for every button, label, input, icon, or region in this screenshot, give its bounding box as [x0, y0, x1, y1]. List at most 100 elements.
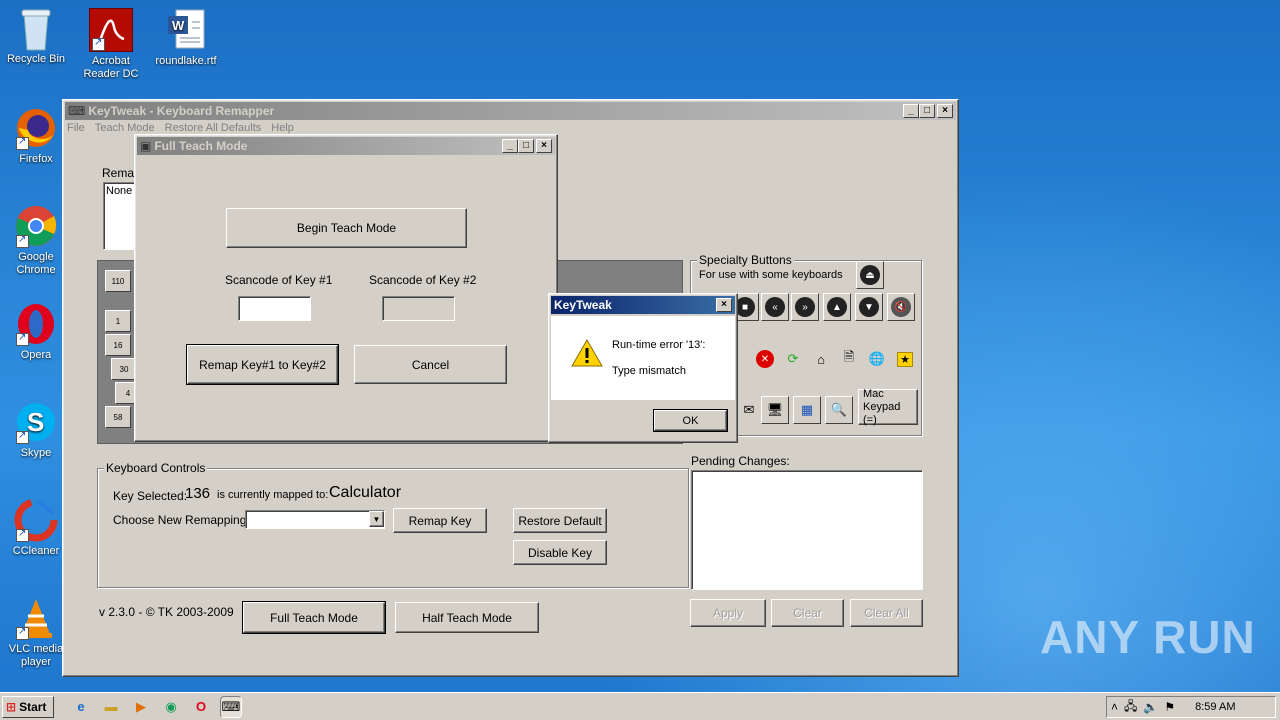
scancode1-field[interactable]: [238, 296, 311, 321]
refresh-button[interactable]: ⟳: [779, 345, 807, 373]
begin-teach-mode-label: Begin Teach Mode: [296, 221, 397, 235]
key-button[interactable]: 110: [105, 270, 131, 292]
recycle-bin-icon: [14, 6, 58, 51]
favorites-button[interactable]: ★: [891, 345, 919, 373]
warning-icon: [571, 338, 603, 371]
flag-icon[interactable]: ⚑: [1164, 700, 1175, 714]
teach-titlebar[interactable]: ▣ Full Teach Mode _ □ ×: [137, 137, 555, 155]
desktop-icon-recycle-bin[interactable]: Recycle Bin: [0, 6, 72, 66]
desktop-icon-label: Skype: [20, 447, 52, 459]
volume-icon[interactable]: 🔈: [1143, 700, 1158, 714]
desktop-icon-acrobat[interactable]: Acrobat Reader DC: [75, 8, 147, 81]
remap-key-label: Remap Key: [408, 513, 472, 528]
teach-window-title: Full Teach Mode: [154, 139, 248, 153]
pending-changes-label: Pending Changes:: [691, 454, 790, 468]
clock[interactable]: 8:59 AM: [1195, 701, 1235, 713]
mail-button[interactable]: ✉: [735, 396, 763, 424]
key-button[interactable]: 1: [105, 310, 131, 332]
specialty-title: Specialty Buttons: [697, 253, 794, 267]
opera-taskbar-icon[interactable]: O: [190, 696, 212, 718]
clear-button[interactable]: Clear: [771, 599, 844, 627]
previous-track-button[interactable]: «: [761, 293, 789, 321]
error-line1: Run-time error '13':: [612, 339, 706, 351]
network-icon[interactable]: 🖧: [1124, 697, 1137, 718]
calculator-button[interactable]: ▦: [793, 396, 821, 424]
remap-key1-to-key2-button[interactable]: Remap Key#1 to Key#2: [186, 344, 339, 385]
full-teach-mode-button[interactable]: Full Teach Mode: [242, 601, 386, 634]
begin-teach-mode-button[interactable]: Begin Teach Mode: [226, 208, 467, 248]
stop-icon: ■: [735, 297, 755, 317]
previous-track-icon: «: [765, 297, 785, 317]
version-text: v 2.3.0 - © TK 2003-2009: [99, 605, 234, 619]
word-document-icon: W: [164, 8, 208, 52]
scancode2-field[interactable]: [382, 296, 455, 321]
remapping-dropdown[interactable]: ▼: [245, 510, 385, 529]
error-titlebar[interactable]: KeyTweak ×: [551, 296, 735, 314]
media-player-taskbar-icon[interactable]: ▶: [130, 696, 152, 718]
explorer-taskbar-icon[interactable]: ▬: [100, 696, 122, 718]
start-button[interactable]: ⊞ Start: [2, 695, 54, 718]
computer-icon: 🖥: [766, 402, 784, 417]
key-button[interactable]: 16: [105, 334, 131, 356]
eject-button[interactable]: ⏏: [856, 261, 884, 289]
choose-remapping-label: Choose New Remapping: [113, 513, 247, 527]
ok-button[interactable]: OK: [653, 409, 728, 432]
key-button[interactable]: 58: [105, 406, 131, 428]
close-button[interactable]: ×: [536, 139, 552, 153]
document-search-icon: 🗎: [843, 349, 855, 364]
eject-icon: ⏏: [860, 265, 880, 285]
menu-file[interactable]: File: [67, 122, 85, 138]
magnifier-button[interactable]: 🔍: [825, 396, 853, 424]
desktop-icon-label: Google Chrome: [16, 251, 56, 276]
scancode2-label: Scancode of Key #2: [369, 273, 477, 287]
clear-all-label: Clear All: [864, 606, 909, 620]
remap-list-item[interactable]: None: [106, 185, 132, 197]
desktop-icon-label: CCleaner: [12, 545, 60, 557]
close-button[interactable]: ×: [937, 104, 953, 118]
mapped-to-value: Calculator: [329, 484, 402, 501]
error-dialog-title: KeyTweak: [554, 298, 612, 312]
chevron-up-icon[interactable]: ˄: [1111, 700, 1118, 714]
desktop-icon-roundlake[interactable]: W roundlake.rtf: [150, 8, 222, 68]
key-label: 1: [115, 316, 121, 326]
mac-keypad-button[interactable]: Mac Keypad (=): [858, 388, 918, 426]
minimize-button[interactable]: _: [502, 139, 518, 153]
chrome-taskbar-icon[interactable]: ◉: [160, 696, 182, 718]
mute-icon: 🔇: [891, 297, 911, 317]
next-track-button[interactable]: »: [791, 293, 819, 321]
maximize-button[interactable]: □: [518, 139, 534, 153]
home-button[interactable]: ⌂: [807, 345, 835, 373]
web-button[interactable]: 🌐: [863, 345, 891, 373]
error-dialog: KeyTweak × Run-time error '13': Type mis…: [548, 293, 738, 443]
minimize-button[interactable]: _: [903, 104, 919, 118]
main-titlebar[interactable]: ⌨ KeyTweak - Keyboard Remapper _ □ ×: [65, 102, 956, 120]
desktop-icon-label: Acrobat Reader DC: [83, 55, 139, 80]
browser-stop-button[interactable]: ✕: [751, 345, 779, 373]
half-teach-mode-button[interactable]: Half Teach Mode: [395, 602, 539, 633]
browser-stop-icon: ✕: [756, 350, 774, 368]
anyrun-watermark: ANY RUN: [1040, 611, 1256, 663]
disable-key-button[interactable]: Disable Key: [513, 540, 607, 565]
ie-taskbar-icon[interactable]: e: [70, 696, 92, 718]
mute-button[interactable]: 🔇: [887, 293, 915, 321]
restore-default-button[interactable]: Restore Default: [513, 508, 607, 533]
next-track-icon: »: [795, 297, 815, 317]
clear-all-button[interactable]: Clear All: [850, 599, 923, 627]
remap-key-button[interactable]: Remap Key: [393, 508, 487, 533]
keytweak-taskbar-icon[interactable]: ⌨: [220, 695, 242, 718]
my-computer-button[interactable]: 🖥: [761, 396, 789, 424]
pending-changes-list[interactable]: [691, 470, 923, 590]
specialty-subtitle: For use with some keyboards: [699, 269, 843, 281]
key-selected-value: 136: [185, 485, 211, 502]
volume-down-button[interactable]: ▼: [855, 293, 883, 321]
cancel-button[interactable]: Cancel: [354, 345, 507, 384]
maximize-button[interactable]: □: [919, 104, 935, 118]
volume-up-button[interactable]: ▲: [823, 293, 851, 321]
chevron-down-icon[interactable]: ▼: [369, 511, 384, 527]
apply-button[interactable]: Apply: [690, 599, 766, 627]
mail-icon: ✉: [743, 402, 755, 417]
close-button[interactable]: ×: [716, 298, 732, 312]
half-teach-mode-label: Half Teach Mode: [422, 610, 512, 625]
desktop-icon-label: Firefox: [19, 153, 53, 165]
search-button[interactable]: 🗎: [835, 345, 863, 373]
